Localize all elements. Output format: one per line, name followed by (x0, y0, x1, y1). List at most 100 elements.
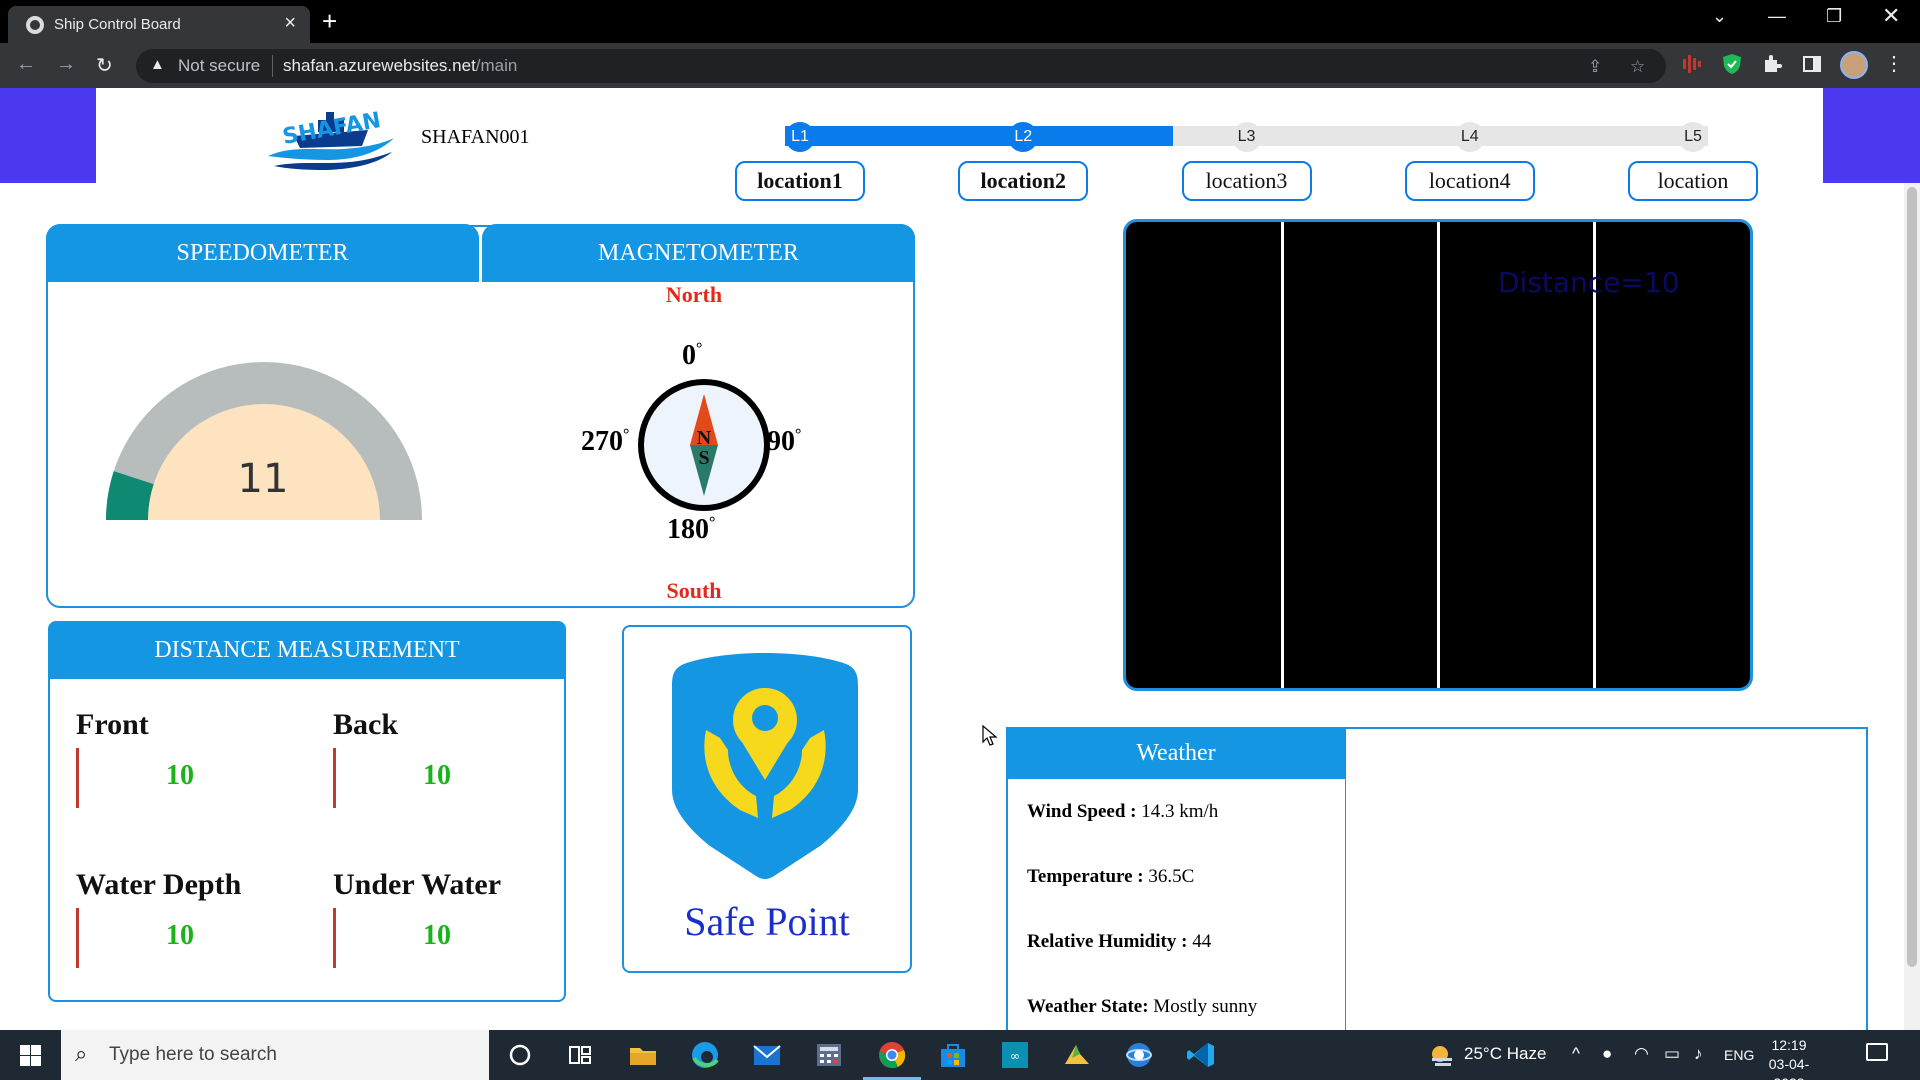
route-node-l3: L3 (1231, 122, 1262, 152)
search-icon: ⌕ (75, 1041, 88, 1066)
clock-time: 12:19 (1771, 1037, 1807, 1053)
file-explorer-icon[interactable] (628, 1040, 658, 1070)
divider (272, 55, 273, 77)
arduino-icon[interactable]: ∞ (1000, 1040, 1030, 1070)
browser-toolbar: ← → ↻ ▲ Not secure shafan.azurewebsites.… (0, 43, 1920, 88)
forward-icon[interactable]: → (56, 53, 76, 76)
microphone-icon[interactable]: ● (1602, 1044, 1612, 1064)
distance-back-value: 10 (423, 760, 451, 791)
weather-state: Weather State: Mostly sunny (1027, 996, 1258, 1017)
speed-value: 11 (237, 456, 289, 502)
tab-search-icon[interactable]: ⌄ (1712, 6, 1727, 27)
mouse-cursor-icon (982, 725, 998, 746)
calculator-app-icon[interactable] (814, 1040, 844, 1070)
shield-extension-icon[interactable] (1722, 53, 1742, 75)
browser-tab[interactable]: Ship Control Board × (8, 6, 310, 43)
share-icon[interactable]: ⇪ (1588, 57, 1602, 77)
location-button-1[interactable]: location1 (735, 161, 865, 201)
camera-divider (1437, 222, 1440, 688)
camera-divider (1281, 222, 1284, 688)
close-window-icon[interactable]: ✕ (1882, 3, 1900, 29)
browser-titlebar: Ship Control Board × + ⌄ — ❐ ✕ (0, 0, 1920, 43)
task-view-icon[interactable] (565, 1040, 595, 1070)
mail-icon[interactable] (752, 1040, 782, 1070)
distance-under-water-value: 10 (423, 920, 451, 951)
location-button-5[interactable]: location (1628, 161, 1758, 201)
location-button-4[interactable]: location4 (1404, 161, 1535, 201)
svg-text:∞: ∞ (1010, 1049, 1020, 1063)
battery-icon[interactable]: ▭ (1664, 1044, 1680, 1064)
profile-avatar[interactable] (1840, 51, 1868, 79)
compass-deg-270: 270° (581, 426, 630, 457)
ship-id: SHAFAN001 (421, 126, 530, 148)
compass-dial: N S (638, 379, 770, 511)
chrome-browser-icon[interactable] (877, 1040, 907, 1070)
distance-under-water-label: Under Water (333, 868, 502, 901)
compass-deg-180: 180° (667, 514, 716, 545)
compass-deg-0: 0° (682, 340, 703, 371)
notifications-icon[interactable] (1866, 1043, 1888, 1061)
extension-waveform-icon[interactable] (1682, 53, 1702, 75)
camera-feed: Distance=10 (1123, 219, 1753, 691)
route-progress-fill (785, 126, 1173, 146)
weather-humidity: Relative Humidity : 44 (1027, 931, 1212, 952)
warning-icon[interactable]: ▲ (150, 56, 165, 73)
tab-close-icon[interactable]: × (284, 12, 296, 35)
magnetometer-header: MAGNETOMETER (482, 224, 915, 282)
vscode-icon[interactable] (1186, 1040, 1216, 1070)
distance-bar (76, 748, 79, 808)
header-band-left (0, 88, 96, 183)
distance-header: DISTANCE MEASUREMENT (48, 621, 566, 679)
url-text[interactable]: shafan.azurewebsites.net/main (283, 56, 517, 76)
scrollbar-thumb[interactable] (1907, 187, 1917, 967)
volume-icon[interactable]: ♪ (1694, 1044, 1703, 1064)
needle-s-letter: S (698, 447, 709, 469)
distance-bar (333, 908, 336, 968)
distance-panel (48, 622, 566, 1002)
weather-header: Weather (1006, 727, 1346, 779)
reload-icon[interactable]: ↻ (96, 53, 113, 78)
route-node-l5: L5 (1678, 122, 1708, 152)
safe-point-label[interactable]: Safe Point (622, 898, 912, 945)
shafan-logo: SHAFAN (268, 108, 394, 170)
windows-start-icon[interactable] (20, 1045, 41, 1066)
distance-bar (76, 908, 79, 968)
address-bar[interactable]: ▲ Not secure shafan.azurewebsites.net/ma… (136, 49, 1666, 83)
distance-front-value: 10 (166, 760, 194, 791)
route-node-l4: L4 (1454, 122, 1485, 152)
location-button-3[interactable]: location3 (1181, 161, 1312, 201)
distance-back-label: Back (333, 708, 399, 741)
globe-app-icon[interactable] (1124, 1040, 1154, 1070)
compass-north-label: North (665, 282, 723, 307)
side-panel-icon[interactable] (1802, 53, 1822, 75)
store-icon[interactable] (938, 1040, 968, 1070)
language-indicator[interactable]: ENG (1724, 1047, 1754, 1063)
menu-kebab-icon[interactable]: ⋮ (1884, 51, 1904, 76)
needle-n-letter: N (697, 427, 712, 449)
safe-point-icon[interactable] (670, 650, 860, 880)
network-icon[interactable]: ◠ (1634, 1044, 1649, 1064)
matlab-like-icon[interactable] (1062, 1040, 1092, 1070)
back-icon[interactable]: ← (16, 53, 36, 76)
new-tab-button[interactable]: + (322, 6, 337, 37)
page-scrollbar[interactable] (1904, 183, 1920, 1030)
minimize-icon[interactable]: — (1768, 6, 1786, 27)
header-band-right (1823, 88, 1920, 183)
search-placeholder[interactable]: Type here to search (109, 1044, 277, 1066)
cortana-icon[interactable] (505, 1040, 535, 1070)
weather-haze-icon[interactable] (1426, 1040, 1456, 1070)
security-label[interactable]: Not secure (178, 56, 260, 76)
distance-bar (333, 748, 336, 808)
taskbar-weather[interactable]: 25°C Haze (1464, 1044, 1546, 1064)
speedometer-header: SPEEDOMETER (46, 224, 479, 282)
puzzle-icon[interactable] (1762, 53, 1782, 75)
edge-browser-icon[interactable] (690, 1040, 720, 1070)
location-button-2[interactable]: location2 (958, 161, 1089, 201)
globe-icon (26, 16, 44, 34)
restore-icon[interactable]: ❐ (1826, 6, 1842, 27)
bookmark-star-icon[interactable]: ☆ (1630, 57, 1645, 77)
compass-south-label: South (666, 578, 722, 603)
taskbar-search[interactable]: ⌕ Type here to search (61, 1030, 489, 1080)
taskbar-clock[interactable]: 12:19 03-04-2022 (1754, 1036, 1824, 1080)
tray-chevron-icon[interactable]: ^ (1572, 1044, 1580, 1064)
